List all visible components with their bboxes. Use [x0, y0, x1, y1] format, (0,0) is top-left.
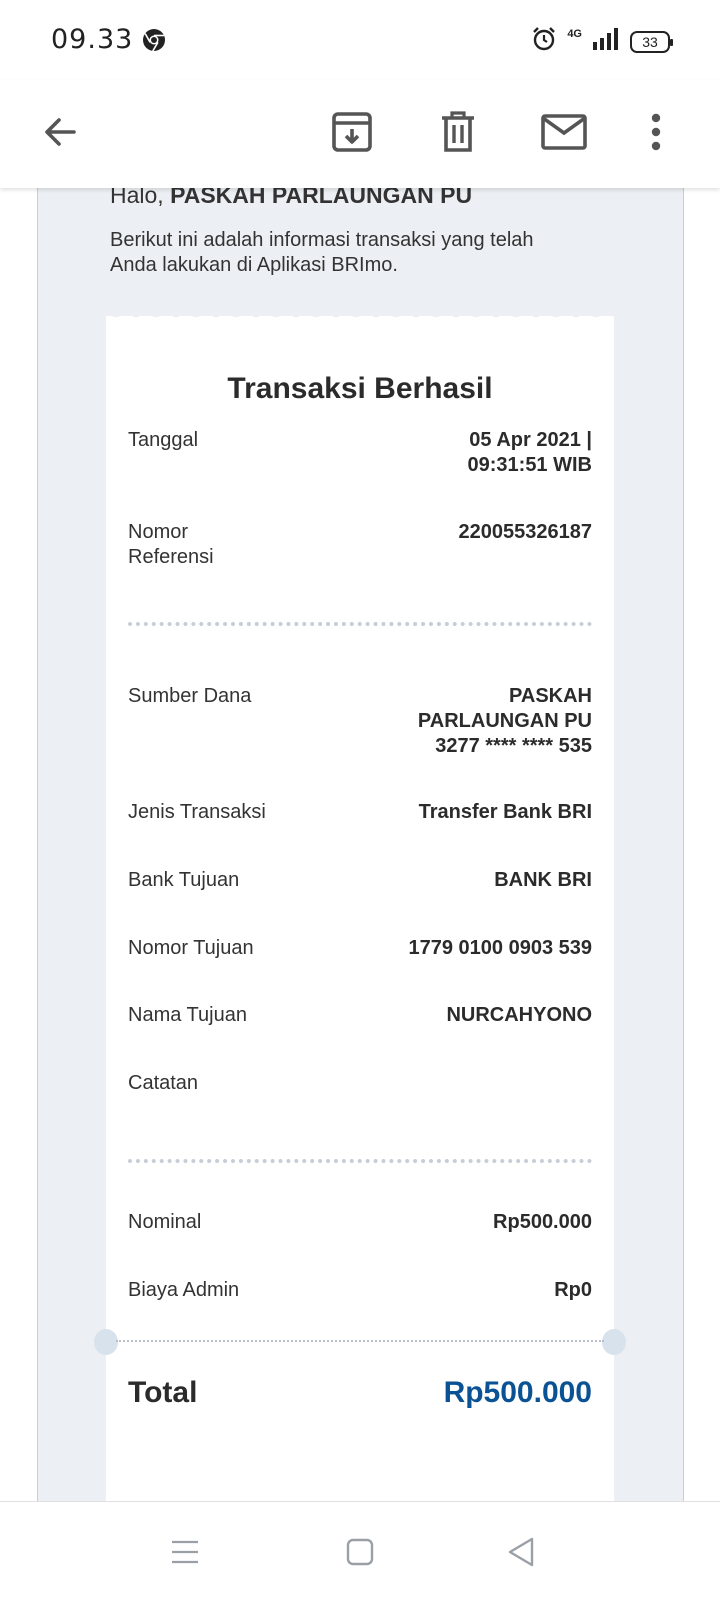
- network-type: 4G: [567, 27, 582, 40]
- referensi-label: Nomor Referensi: [128, 521, 214, 568]
- intro-text: Berikut ini adalah informasi transaksi y…: [110, 229, 534, 276]
- chrome-icon: [142, 28, 166, 52]
- alarm-icon: [531, 26, 557, 57]
- transaction-receipt: Transaksi Berhasil Tanggal 05 Apr 2021 |…: [94, 310, 626, 1501]
- tanggal-value: 05 Apr 2021 | 09:31:51 WIB: [467, 429, 593, 476]
- nama-tujuan-label: Nama Tujuan: [128, 1004, 247, 1026]
- sumber-value: PASKAH PARLAUNGAN PU 3277 **** **** 535: [417, 685, 592, 757]
- greeting: Halo, PASKAH PARLAUNGAN PU: [110, 188, 472, 209]
- total-value: Rp500.000: [443, 1376, 592, 1409]
- archive-icon[interactable]: [320, 100, 384, 164]
- biaya-label: Biaya Admin: [128, 1279, 240, 1301]
- nominal-label: Nominal: [128, 1211, 202, 1233]
- biaya-value: Rp0: [554, 1279, 592, 1301]
- greeting-name: PASKAH PARLAUNGAN PU: [170, 188, 473, 208]
- battery-icon: 33: [630, 30, 673, 53]
- home-square-icon[interactable]: [338, 1530, 382, 1574]
- system-nav-bar: [0, 1501, 720, 1600]
- back-triangle-icon[interactable]: [499, 1530, 543, 1574]
- signal-icon: [592, 27, 620, 56]
- status-time: 09.33: [51, 24, 134, 55]
- receipt-notch-left: [94, 1329, 118, 1355]
- receipt-title: Transaksi Berhasil: [227, 372, 493, 405]
- referensi-value: 220055326187: [458, 521, 592, 543]
- receipt-scalloped-edge: [106, 310, 614, 322]
- sumber-label: Sumber Dana: [128, 685, 252, 707]
- receipt-perforation: [116, 1340, 604, 1342]
- email-content[interactable]: Halo, PASKAH PARLAUNGAN PU Berikut ini a…: [0, 188, 720, 1501]
- app-toolbar: [0, 80, 720, 188]
- bank-label: Bank Tujuan: [128, 869, 240, 891]
- nomor-tujuan-label: Nomor Tujuan: [128, 937, 254, 959]
- dotted-divider: [128, 1159, 592, 1163]
- catatan-label: Catatan: [128, 1072, 199, 1094]
- menu-icon[interactable]: [163, 1530, 207, 1574]
- total-label: Total: [128, 1376, 198, 1409]
- receipt-notch-right: [602, 1329, 626, 1355]
- tanggal-label: Tanggal: [128, 429, 199, 451]
- greeting-prefix: Halo,: [110, 188, 171, 208]
- back-arrow-icon[interactable]: [28, 100, 92, 164]
- nama-tujuan-value: NURCAHYONO: [446, 1004, 592, 1026]
- bank-value: BANK BRI: [494, 869, 592, 891]
- jenis-label: Jenis Transaksi: [128, 801, 266, 823]
- status-bar: 09.33 4G 33: [0, 0, 720, 80]
- nominal-value: Rp500.000: [493, 1211, 592, 1233]
- more-vert-icon[interactable]: [624, 100, 688, 164]
- mail-icon[interactable]: [532, 100, 596, 164]
- delete-icon[interactable]: [426, 100, 490, 164]
- jenis-value: Transfer Bank BRI: [418, 801, 592, 823]
- nomor-tujuan-value: 1779 0100 0903 539: [408, 937, 592, 959]
- dotted-divider: [128, 622, 592, 626]
